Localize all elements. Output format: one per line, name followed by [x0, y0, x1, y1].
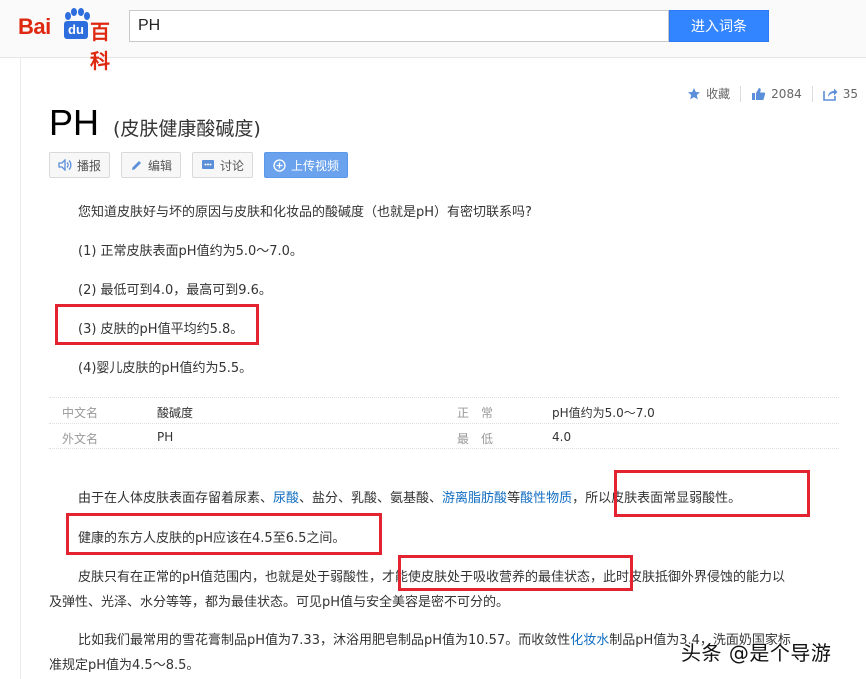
speaker-icon — [58, 159, 72, 171]
entry-title-row: PH (皮肤健康酸碱度) — [49, 102, 261, 144]
table-row: 中文名 酸碱度 正 常 pH值约为5.0～7.0 — [49, 397, 839, 423]
edit-button[interactable]: 编辑 — [121, 152, 182, 178]
link-toner[interactable]: 化妆水 — [570, 633, 609, 648]
watermark: 头条 @是个导游 — [681, 641, 832, 665]
text-span: 等 — [507, 491, 521, 506]
play-button[interactable]: 播报 — [49, 152, 111, 178]
discuss-button[interactable]: 讨论 — [192, 152, 254, 178]
info-key: 最 低 — [457, 432, 494, 446]
upload-video-button[interactable]: 上传视频 — [264, 152, 349, 178]
text-span: 皮肤只有在正常的pH值范围内，也就是处于弱酸性， — [78, 570, 383, 585]
body-paragraph-line2: 及弹性、光泽、水分等等，都为最佳状态。可见pH值与安全美容是密不可分的。 — [49, 595, 510, 610]
enter-entry-button[interactable]: 进入词条 — [669, 10, 769, 42]
list-item: (1) 正常皮肤表面pH值约为5.0～7.0。 — [78, 244, 303, 259]
top-header: Bai du 百科 PH 进入词条 — [0, 0, 866, 73]
discuss-label: 讨论 — [220, 158, 245, 173]
list-item: (2) 最低可到4.0，最高可到9.6。 — [78, 283, 272, 298]
play-label: 播报 — [77, 158, 102, 173]
plus-circle-icon — [273, 158, 286, 172]
chat-icon — [202, 160, 215, 169]
pencil-icon — [132, 160, 142, 170]
text-span: 、盐分、乳酸、氨基酸、 — [299, 491, 443, 506]
entry-actions: 收藏 2084 35 — [677, 85, 858, 102]
table-row: 外文名 PH 最 低 4.0 — [49, 423, 839, 449]
search-input[interactable]: PH — [129, 10, 669, 42]
like-button[interactable]: 2084 — [751, 87, 802, 101]
upload-video-label: 上传视频 — [291, 158, 340, 173]
page-title: PH — [49, 102, 100, 143]
body-paragraph-line2: 准规定pH值为4.5～8.5。 — [49, 658, 200, 673]
logo-du-text: du — [64, 21, 88, 39]
divider — [811, 85, 813, 102]
highlight-box — [614, 470, 810, 517]
intro-paragraph: 您知道皮肤好与坏的原因与皮肤和化妆品的酸碱度（也就是pH）有密切联系吗? — [78, 205, 532, 220]
info-key: 正 常 — [457, 406, 494, 420]
page-subtitle: (皮肤健康酸碱度) — [113, 118, 261, 140]
info-value: 酸碱度 — [157, 406, 194, 420]
highlight-box — [55, 304, 259, 345]
share-icon — [822, 88, 838, 101]
info-key: 中文名 — [62, 406, 99, 420]
share-count: 35 — [842, 86, 858, 101]
entry-toolbar: 播报 编辑 讨论 上传视频 — [49, 152, 359, 178]
link-acidic-substance[interactable]: 酸性物质 — [520, 491, 572, 506]
baidu-baike-logo[interactable]: Bai du 百科 — [18, 8, 122, 73]
edit-label: 编辑 — [148, 158, 173, 173]
link-free-fatty-acid[interactable]: 游离脂肪酸 — [442, 491, 507, 506]
share-button[interactable]: 35 — [822, 86, 858, 101]
text-span: 由于在人体皮肤表面存留着尿素、 — [78, 491, 274, 506]
list-item: (4)婴儿皮肤的pH值约为5.5。 — [78, 361, 253, 376]
text-span: 比如我们最常用的雪花膏制品pH值为7.33，沐浴用肥皂制品pH值为10.57。而… — [78, 633, 571, 648]
divider — [740, 85, 742, 102]
info-key: 外文名 — [62, 432, 99, 446]
basic-info-table: 中文名 酸碱度 正 常 pH值约为5.0～7.0 外文名 PH 最 低 4.0 — [49, 397, 839, 449]
info-value: pH值约为5.0～7.0 — [552, 406, 655, 420]
logo-bai-text: Bai — [18, 14, 51, 39]
info-value: 4.0 — [552, 430, 572, 444]
paw-icon — [65, 8, 90, 20]
info-value: PH — [157, 430, 174, 444]
like-count: 2084 — [771, 86, 802, 101]
highlight-box — [398, 555, 633, 591]
favorite-label: 收藏 — [706, 87, 731, 101]
highlight-box — [66, 513, 382, 555]
star-icon — [688, 87, 701, 99]
thumbs-up-icon — [752, 87, 766, 100]
link-uric-acid[interactable]: 尿酸 — [273, 491, 299, 506]
favorite-button[interactable]: 收藏 — [687, 85, 730, 102]
